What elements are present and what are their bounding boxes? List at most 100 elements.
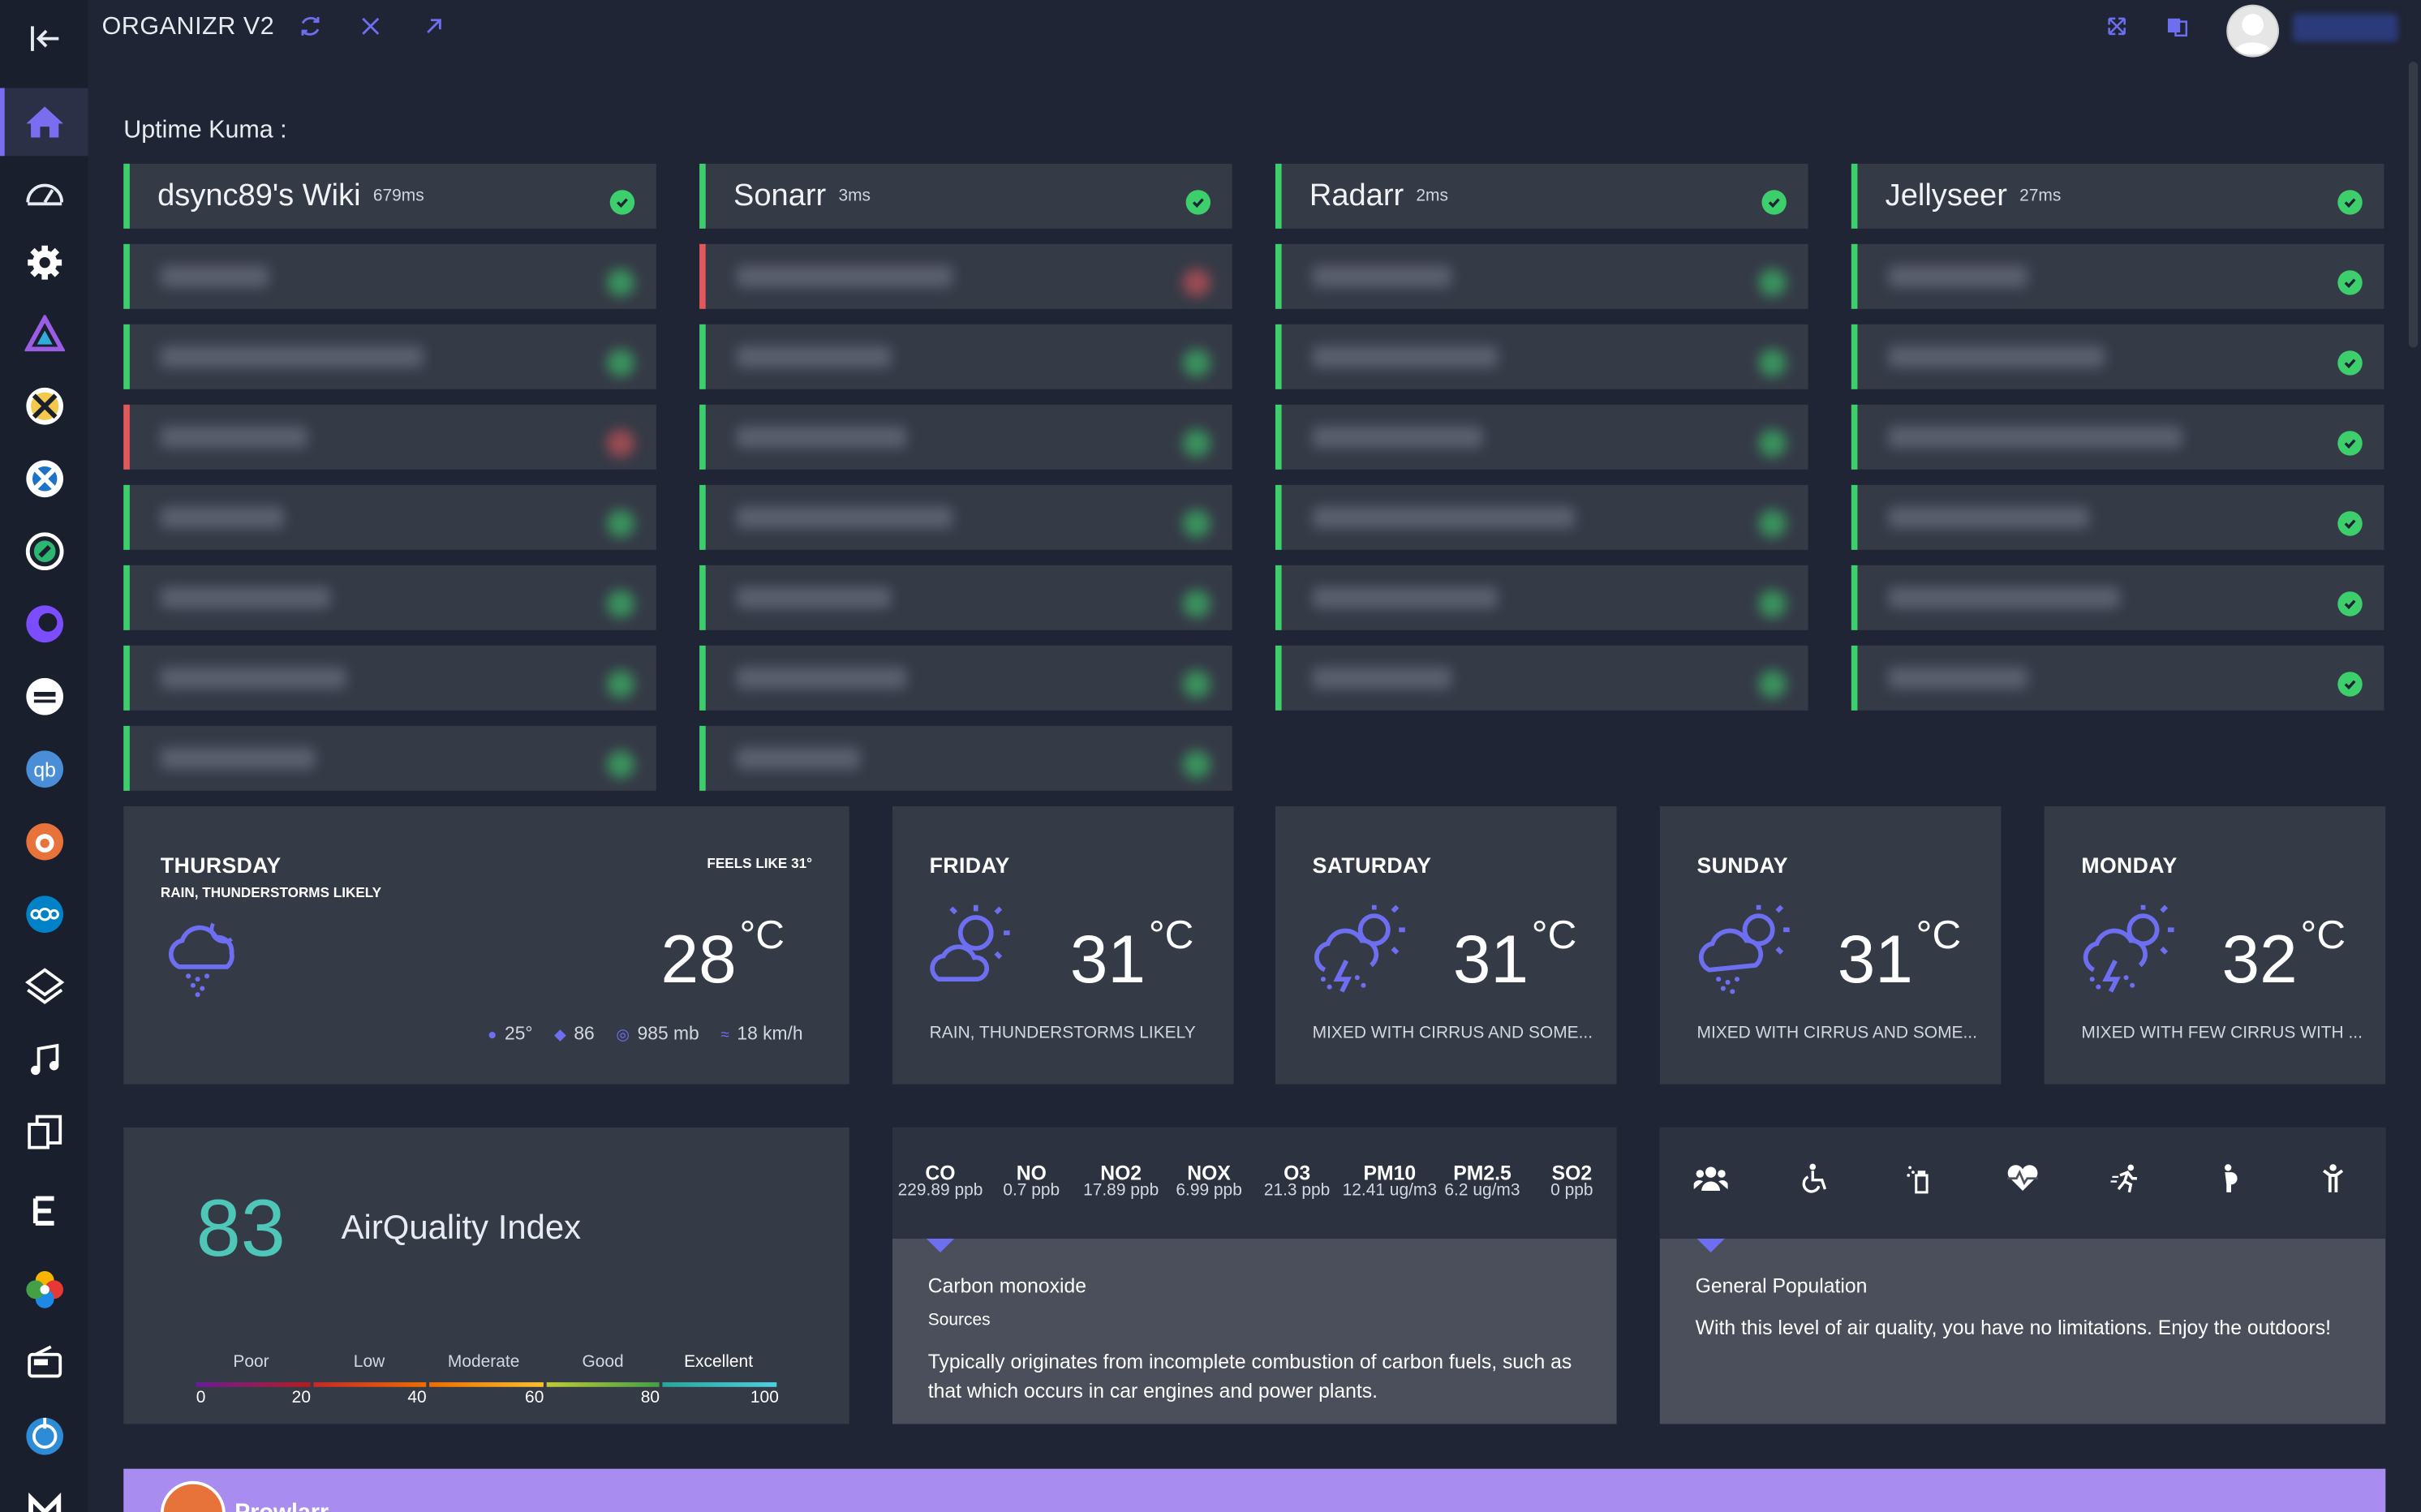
pollutant-o3[interactable]: O3 21.3 ppb xyxy=(1257,1162,1337,1201)
weather-temperature: 31 °C xyxy=(1452,911,1577,998)
pressure: 985 mb xyxy=(637,1022,699,1045)
sidebar-item-docs[interactable] xyxy=(0,1098,88,1166)
uptime-card[interactable] xyxy=(699,565,1232,630)
sidebar-item-nextcloud[interactable] xyxy=(0,880,88,948)
sidebar-item-sabnzbd[interactable] xyxy=(0,372,88,440)
uptime-card[interactable] xyxy=(699,484,1232,550)
language-icon[interactable] xyxy=(2163,12,2191,40)
scrollbar[interactable] xyxy=(2408,62,2419,348)
uptime-card[interactable] xyxy=(1275,324,1808,389)
weather-description: RAIN, THUNDERSTORMS LIKELY xyxy=(929,1024,1196,1043)
pollutant-no[interactable]: NO 0.7 ppb xyxy=(995,1162,1069,1201)
emby-icon xyxy=(23,1189,66,1232)
uptime-card[interactable] xyxy=(123,324,656,389)
weather-day: FRIDAY xyxy=(929,853,1010,878)
weather-day: MONDAY xyxy=(2081,853,2178,878)
uptime-card[interactable] xyxy=(699,243,1232,309)
sidebar-item-settings[interactable] xyxy=(0,229,88,297)
uptime-card[interactable] xyxy=(1275,645,1808,711)
aqi-tick: 60 xyxy=(525,1388,544,1407)
uptime-card[interactable] xyxy=(1851,484,2384,550)
uptime-card[interactable] xyxy=(1851,645,2384,711)
uptime-column: dsync89's Wiki 679ms xyxy=(123,163,656,791)
pollutant-sources-label: Sources xyxy=(927,1311,991,1330)
status-up-icon xyxy=(2337,511,2363,536)
monitor-latency: 27ms xyxy=(2019,187,2062,206)
username-redacted[interactable] xyxy=(2293,14,2398,42)
uptime-card[interactable] xyxy=(123,404,656,470)
heart-icon[interactable] xyxy=(2006,1162,2040,1196)
sidebar-item-music[interactable] xyxy=(0,1025,88,1093)
monitor-name: Jellyseer xyxy=(1885,178,2007,213)
group-icon[interactable] xyxy=(1693,1162,1728,1196)
status-up-icon xyxy=(1185,190,1211,215)
pollutant-pm25[interactable]: PM2.5 6.2 ug/m3 xyxy=(1438,1162,1527,1201)
uptime-card[interactable] xyxy=(123,484,656,550)
collapse-sidebar-button[interactable] xyxy=(0,5,88,73)
thunderstorm-icon xyxy=(1309,902,1412,1003)
weather-card-today: THURSDAY RAIN, THUNDERSTORMS LIKELY FEEL… xyxy=(123,805,849,1085)
uptime-card[interactable]: Jellyseer 27ms xyxy=(1851,163,2384,229)
prowlarr-section[interactable]: Prowlarr xyxy=(123,1468,2386,1512)
sidebar-item-tv[interactable] xyxy=(0,663,88,731)
fullscreen-icon[interactable] xyxy=(2103,12,2131,40)
sidebar-item-qbittorrent[interactable]: qb xyxy=(0,735,88,803)
sidebar-item-speed[interactable] xyxy=(0,159,88,227)
child-icon[interactable] xyxy=(2316,1162,2350,1196)
sidebar-item-home[interactable] xyxy=(0,88,88,157)
sidebar-item-layers[interactable] xyxy=(0,953,88,1021)
inhaler-icon[interactable] xyxy=(1903,1162,1937,1196)
uptime-card[interactable] xyxy=(699,404,1232,470)
uptime-card[interactable] xyxy=(1275,565,1808,630)
collapse-icon xyxy=(23,17,66,60)
sidebar-item-photos[interactable] xyxy=(0,1256,88,1324)
uptime-card[interactable] xyxy=(123,725,656,791)
tv-icon xyxy=(23,675,66,718)
sidebar-item-radarr[interactable] xyxy=(0,445,88,513)
app-title: ORGANIZR V2 xyxy=(101,14,275,41)
uptime-card[interactable] xyxy=(1851,404,2384,470)
wheelchair-icon[interactable] xyxy=(1799,1162,1833,1196)
monitor-latency: 679ms xyxy=(372,187,424,206)
uptime-card[interactable] xyxy=(1275,404,1808,470)
aqi-category: Moderate xyxy=(447,1352,520,1372)
pollutant-co[interactable]: CO 229.89 ppb xyxy=(892,1162,988,1201)
prowlarr-icon xyxy=(23,820,66,863)
jellyfin-icon xyxy=(23,312,66,355)
pollutant-no2[interactable]: NO2 17.89 ppb xyxy=(1075,1162,1167,1201)
monitor-name: Radarr xyxy=(1309,178,1404,213)
uptime-card[interactable]: Radarr 2ms xyxy=(1275,163,1808,229)
sidebar-item-globe[interactable] xyxy=(0,1402,88,1471)
sidebar-item-overseerr[interactable] xyxy=(0,590,88,658)
uptime-card[interactable] xyxy=(699,645,1232,711)
uptime-card[interactable] xyxy=(1851,324,2384,389)
sidebar-item-jellyfin[interactable] xyxy=(0,299,88,367)
uptime-card[interactable] xyxy=(1275,484,1808,550)
uptime-card[interactable]: Sonarr 3ms xyxy=(699,163,1232,229)
monitor-latency: 2ms xyxy=(1416,187,1448,206)
uptime-card[interactable] xyxy=(1275,243,1808,309)
open-external-icon[interactable] xyxy=(420,12,448,40)
uptime-card[interactable] xyxy=(699,725,1232,791)
sidebar-item-m[interactable] xyxy=(0,1475,88,1512)
uptime-card[interactable] xyxy=(123,565,656,630)
uptime-card[interactable] xyxy=(1851,565,2384,630)
sidebar-item-prowlarr[interactable] xyxy=(0,808,88,876)
uptime-card[interactable] xyxy=(123,243,656,309)
uptime-card[interactable] xyxy=(1851,243,2384,309)
pregnant-icon[interactable] xyxy=(2212,1162,2247,1196)
pollutant-so2[interactable]: SO2 0 ppb xyxy=(1537,1162,1606,1201)
status-up-icon xyxy=(609,190,635,215)
uptime-card[interactable]: dsync89's Wiki 679ms xyxy=(123,163,656,229)
pollutant-pm10[interactable]: PM10 12.41 ug/m3 xyxy=(1340,1162,1439,1201)
runner-icon[interactable] xyxy=(2109,1162,2144,1196)
sidebar-item-radio[interactable] xyxy=(0,1328,88,1396)
pollutant-nox[interactable]: NOX 6.99 ppb xyxy=(1171,1162,1248,1201)
sidebar-item-emby[interactable] xyxy=(0,1177,88,1245)
refresh-icon[interactable] xyxy=(296,12,324,40)
sidebar-item-lidarr[interactable] xyxy=(0,518,88,586)
close-icon[interactable] xyxy=(357,12,385,40)
uptime-card[interactable] xyxy=(699,324,1232,389)
uptime-card[interactable] xyxy=(123,645,656,711)
avatar[interactable] xyxy=(2226,4,2279,58)
